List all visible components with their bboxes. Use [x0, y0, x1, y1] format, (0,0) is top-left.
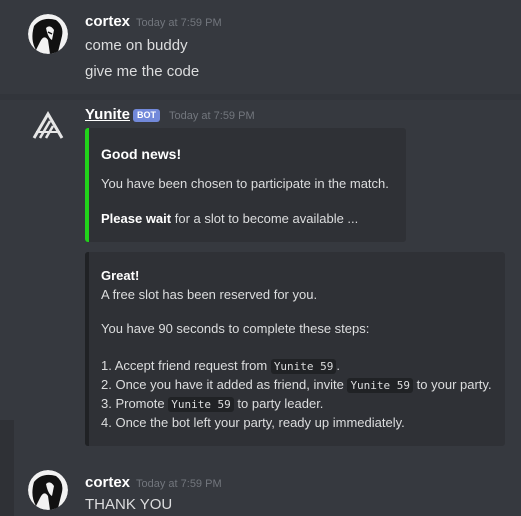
- step-3: 3. Promote Yunite 59 to party leader.: [101, 396, 324, 412]
- username[interactable]: cortex: [85, 13, 130, 30]
- step-text: 1. Accept friend request from: [101, 358, 271, 373]
- message-cortex-2: cortex Today at 7:59 PM THANK YOU: [0, 462, 521, 516]
- timestamp: Today at 7:59 PM: [169, 110, 255, 122]
- message-cortex-1: cortex Today at 7:59 PM come on buddy gi…: [0, 0, 521, 92]
- step-text: .: [336, 358, 341, 373]
- username[interactable]: Yunite: [85, 106, 130, 123]
- message-text: THANK YOU: [85, 496, 173, 513]
- wait-rest: for a slot to become available ...: [171, 211, 359, 226]
- embed-great: Great! A free slot has been reserved for…: [85, 252, 505, 446]
- inline-code: Yunite 59: [347, 378, 414, 393]
- embed-wait-line: Please wait for a slot to become availab…: [101, 211, 358, 226]
- embed-line: You have 90 seconds to complete these st…: [101, 321, 370, 336]
- timestamp: Today at 7:59 PM: [136, 478, 222, 490]
- anime-avatar-icon[interactable]: [28, 470, 68, 510]
- embed-title: Good news!: [101, 146, 182, 162]
- step-2: 2. Once you have it added as friend, inv…: [101, 377, 492, 393]
- wait-bold: Please wait: [101, 211, 172, 226]
- embed-accent-bar: [85, 128, 89, 242]
- embed-line: A free slot has been reserved for you.: [101, 287, 318, 302]
- yunite-logo-icon[interactable]: [30, 108, 66, 144]
- embed-title: Great!: [101, 268, 140, 283]
- embed-accent-bar: [85, 252, 89, 446]
- step-text: 2. Once you have it added as friend, inv…: [101, 377, 348, 392]
- inline-code: Yunite 59: [270, 359, 337, 374]
- anime-avatar-icon[interactable]: [28, 14, 68, 54]
- bot-badge: BOT: [133, 109, 160, 122]
- step-text: to party leader.: [233, 396, 324, 411]
- message-text: come on buddy: [85, 37, 188, 54]
- step-4: 4. Once the bot left your party, ready u…: [101, 415, 405, 430]
- inline-code: Yunite 59: [168, 397, 234, 412]
- message-yunite: Yunite BOT Today at 7:59 PM Good news! Y…: [0, 100, 521, 460]
- embed-description: You have been chosen to participate in t…: [101, 176, 389, 191]
- step-1: 1. Accept friend request from Yunite 59.: [101, 358, 341, 374]
- username[interactable]: cortex: [85, 474, 130, 491]
- message-text: give me the code: [85, 63, 200, 80]
- timestamp: Today at 7:59 PM: [136, 17, 222, 29]
- step-text: to your party.: [413, 377, 492, 392]
- step-text: 3. Promote: [101, 396, 169, 411]
- embed-good-news: Good news! You have been chosen to parti…: [85, 128, 406, 242]
